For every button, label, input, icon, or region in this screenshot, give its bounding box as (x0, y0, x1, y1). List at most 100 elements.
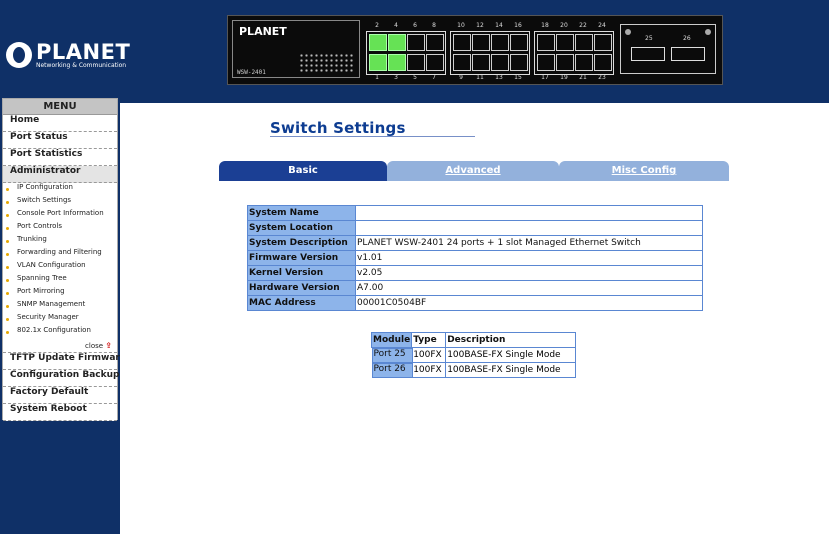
ethernet-port-16[interactable] (510, 34, 528, 51)
submenu-console-port-information[interactable]: Console Port Information (3, 209, 117, 222)
menu-item-administrator[interactable]: Administrator (3, 166, 117, 183)
port-number-label: 11 (476, 74, 484, 81)
module-column-header: Module (370, 332, 413, 348)
ethernet-port-11[interactable] (472, 54, 490, 71)
port-number-label: 19 (560, 74, 568, 81)
system-info-table: System Name System Location System Descrip… (247, 205, 703, 311)
port-number-label: 4 (394, 22, 398, 29)
port-number-label: 1 (375, 74, 379, 81)
module-table: Module Type Description Port 25 100FX 100B… (370, 332, 577, 378)
ethernet-port-8[interactable] (426, 34, 444, 51)
ethernet-port-24[interactable] (594, 34, 612, 51)
ethernet-port-2[interactable] (369, 34, 387, 51)
menu-item-factory-default[interactable]: Factory Default (3, 387, 117, 404)
port-group (366, 31, 446, 75)
submenu-switch-settings[interactable]: Switch Settings (3, 196, 117, 209)
ethernet-port-21[interactable] (575, 54, 593, 71)
submenu-vlan-configuration[interactable]: VLAN Configuration (3, 261, 117, 274)
port-number-label: 15 (514, 74, 522, 81)
ethernet-port-23[interactable] (594, 54, 612, 71)
submenu-8021x-configuration[interactable]: 802.1x Configuration (3, 326, 117, 339)
submenu-forwarding-filtering[interactable]: Forwarding and Filtering (3, 248, 117, 261)
system-info-row: Kernel Version v2.05 (247, 265, 703, 281)
module-cell-type: 100FX (411, 347, 447, 363)
submenu-label: Trunking (17, 235, 47, 243)
ethernet-port-4[interactable] (388, 34, 406, 51)
submenu-trunking[interactable]: Trunking (3, 235, 117, 248)
system-info-value (355, 220, 703, 236)
sfp-port-26[interactable] (671, 47, 705, 61)
port-number-label: 12 (476, 22, 484, 29)
page-title: Switch Settings (270, 119, 406, 137)
module-cell-description: 100BASE-FX Single Mode (445, 362, 577, 378)
system-info-value: PLANET WSW-2401 24 ports + 1 slot Manage… (355, 235, 703, 251)
menu-item-configuration-backup[interactable]: Configuration Backup (3, 370, 119, 387)
tab-misc-config[interactable]: Misc Config (559, 161, 729, 181)
system-info-value: A7.00 (355, 280, 703, 296)
switch-front-panel: PLANET WSW-2401 2 1 4 3 6 5 8 7 10 9 12 11 14 13 16 15 1… (227, 15, 723, 85)
tab-basic[interactable]: Basic (219, 161, 387, 181)
port-number-label: 9 (459, 74, 463, 81)
sfp-port-number: 26 (683, 35, 691, 42)
tab-bar: Basic Advanced Misc Config (219, 161, 729, 181)
menu-item-system-reboot[interactable]: System Reboot (3, 404, 117, 421)
ethernet-port-22[interactable] (575, 34, 593, 51)
system-info-row: Firmware Version v1.01 (247, 250, 703, 266)
system-info-label: System Name (247, 205, 356, 221)
system-info-value: 00001C0504BF (355, 295, 703, 311)
submenu-close[interactable]: close ⇪ (3, 339, 117, 353)
logo-text: PLANET (36, 40, 131, 64)
submenu-label: Port Controls (17, 222, 63, 230)
ethernet-port-14[interactable] (491, 34, 509, 51)
panel-led-grid (299, 53, 355, 73)
system-info-label: Hardware Version (247, 280, 356, 296)
system-info-row: System Description PLANET WSW-2401 24 por… (247, 235, 703, 251)
port-number-label: 24 (598, 22, 606, 29)
submenu-security-manager[interactable]: Security Manager (3, 313, 117, 326)
ethernet-port-6[interactable] (407, 34, 425, 51)
ethernet-port-1[interactable] (369, 54, 387, 71)
submenu-snmp-management[interactable]: SNMP Management (3, 300, 117, 313)
ethernet-port-7[interactable] (426, 54, 444, 71)
system-info-label: System Location (247, 220, 356, 236)
submenu-label: Port Mirroring (17, 287, 65, 295)
port-number-label: 14 (495, 22, 503, 29)
submenu-ip-configuration[interactable]: IP Configuration (3, 183, 117, 196)
ethernet-port-15[interactable] (510, 54, 528, 71)
ethernet-port-9[interactable] (453, 54, 471, 71)
panel-model: WSW-2401 (237, 69, 266, 76)
port-number-label: 21 (579, 74, 587, 81)
module-cell-module: Port 25 (371, 348, 413, 363)
planet-logo: PLANET Networking & Communication (6, 40, 130, 70)
module-cell-description: 100BASE-FX Single Mode (445, 347, 577, 363)
system-info-value (355, 205, 703, 221)
ethernet-port-12[interactable] (472, 34, 490, 51)
ethernet-port-19[interactable] (556, 54, 574, 71)
menu-item-port-statistics[interactable]: Port Statistics (3, 149, 117, 166)
right-frame (820, 103, 829, 534)
ethernet-port-3[interactable] (388, 54, 406, 71)
sidebar-menu: MENU Home Port Status Port Statistics Ad… (2, 98, 126, 421)
port-group (534, 31, 614, 75)
module-row: Port 26 100FX 100BASE-FX Single Mode (371, 362, 577, 378)
menu-item-tftp-update-firmware[interactable]: TFTP Update Firmware (3, 353, 126, 370)
module-table-header-row: Module Type Description (370, 332, 577, 348)
ethernet-port-5[interactable] (407, 54, 425, 71)
system-info-row: System Location (247, 220, 703, 236)
ethernet-port-10[interactable] (453, 34, 471, 51)
screw-icon (625, 29, 631, 35)
sfp-port-25[interactable] (631, 47, 665, 61)
submenu-port-mirroring[interactable]: Port Mirroring (3, 287, 117, 300)
port-number-label: 8 (432, 22, 436, 29)
ethernet-port-17[interactable] (537, 54, 555, 71)
submenu-port-controls[interactable]: Port Controls (3, 222, 117, 235)
ethernet-port-18[interactable] (537, 34, 555, 51)
menu-item-port-status[interactable]: Port Status (3, 132, 117, 149)
main-content: Switch Settings Basic Advanced Misc Conf… (120, 103, 820, 534)
ethernet-port-20[interactable] (556, 34, 574, 51)
ethernet-port-13[interactable] (491, 54, 509, 71)
tab-advanced[interactable]: Advanced (387, 161, 559, 181)
submenu-spanning-tree[interactable]: Spanning Tree (3, 274, 117, 287)
menu-item-home[interactable]: Home (3, 115, 117, 132)
module-cell-type: 100FX (411, 362, 447, 378)
